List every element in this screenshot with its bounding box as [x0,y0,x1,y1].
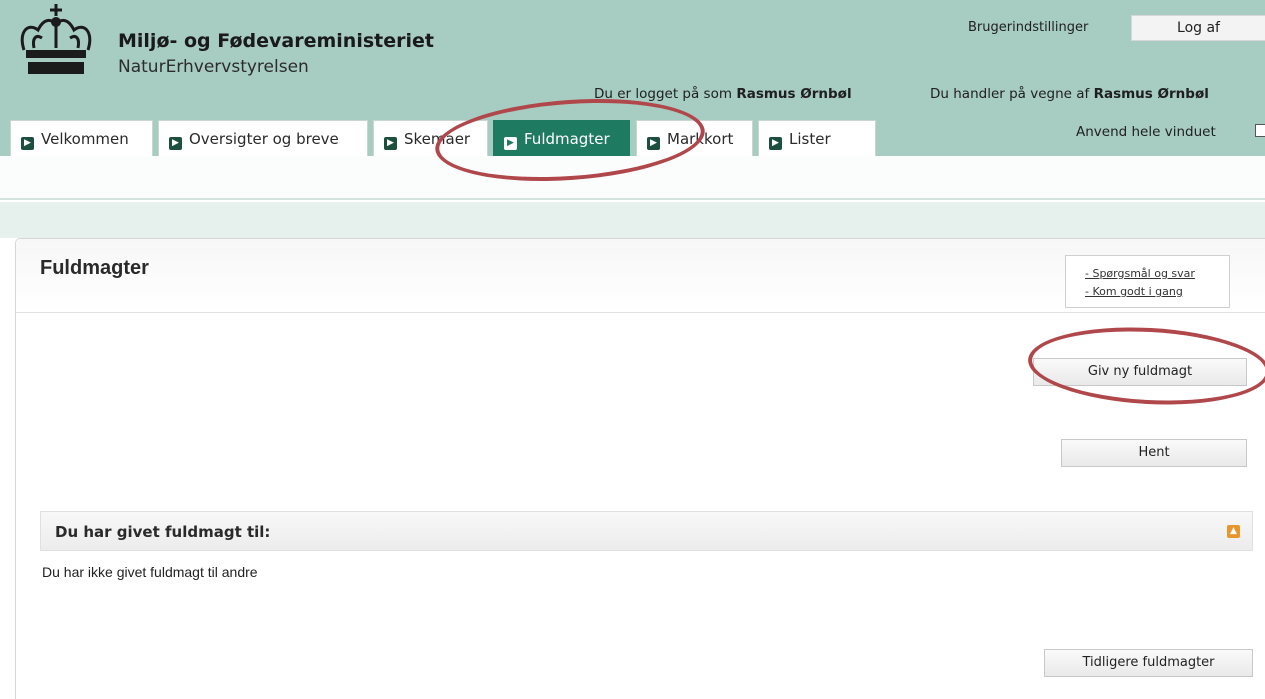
logout-button[interactable]: Log af [1131,15,1265,41]
tab-velkommen[interactable]: ▶ Velkommen [10,120,153,156]
tab-label: Velkommen [41,130,129,148]
arrow-right-icon: ▶ [647,137,660,150]
fullscreen-checkbox[interactable] [1255,124,1265,137]
tab-label: Lister [789,130,831,148]
ministry-name: Miljø- og Fødevareministeriet [118,30,434,52]
panel-header: Fuldmagter - Spørgsmål og svar - Kom god… [16,239,1265,313]
tab-label: Skemaer [404,130,471,148]
chevron-up-icon[interactable]: ▲ [1227,525,1240,538]
tab-label: Oversigter og breve [189,130,339,148]
arrow-right-icon: ▶ [169,137,182,150]
section-title: Du har givet fuldmagt til: [55,523,271,541]
tab-oversigter-og-breve[interactable]: ▶ Oversigter og breve [158,120,368,156]
new-power-of-attorney-button[interactable]: Giv ny fuldmagt [1033,358,1247,386]
faq-link[interactable]: - Spørgsmål og svar [1085,265,1229,283]
tab-markkort[interactable]: ▶ Markkort [636,120,753,156]
fullscreen-label: Anvend hele vinduet [1076,124,1216,140]
empty-state-text: Du har ikke givet fuldmagt til andre [42,564,258,580]
logged-in-name: Rasmus Ørnbøl [736,86,852,102]
agency-name: NaturErhvervstyrelsen [118,57,309,77]
tab-fuldmagter[interactable]: ▶ Fuldmagter [493,120,630,156]
tab-label: Markkort [667,130,734,148]
fetch-button[interactable]: Hent [1061,439,1247,467]
content-strip [0,202,1265,238]
acting-for-name: Rasmus Ørnbøl [1093,86,1209,102]
getting-started-link[interactable]: - Kom godt i gang [1085,283,1229,301]
acting-for-info: Du handler på vegne af Rasmus Ørnbøl [930,86,1209,102]
tab-skemaer[interactable]: ▶ Skemaer [373,120,488,156]
page-title: Fuldmagter [40,257,149,279]
user-settings-link[interactable]: Brugerindstillinger [968,20,1088,35]
logged-in-prefix: Du er logget på som [594,86,733,102]
sub-navigation-bar [0,156,1265,200]
granted-section-header: Du har givet fuldmagt til: ▲ [40,511,1253,551]
header: Miljø- og Fødevareministeriet NaturErhve… [0,0,1265,156]
crown-icon [20,4,92,74]
arrow-right-icon: ▶ [21,137,34,150]
tab-label: Fuldmagter [524,130,610,148]
arrow-right-icon: ▶ [769,137,782,150]
acting-for-prefix: Du handler på vegne af [930,86,1090,102]
tab-lister[interactable]: ▶ Lister [758,120,876,156]
previous-power-of-attorney-button[interactable]: Tidligere fuldmagter [1044,649,1253,677]
main-panel: Fuldmagter - Spørgsmål og svar - Kom god… [15,238,1265,699]
logged-in-info: Du er logget på som Rasmus Ørnbøl [594,86,852,102]
help-links-box: - Spørgsmål og svar - Kom godt i gang [1065,255,1230,308]
arrow-right-icon: ▶ [504,137,517,150]
arrow-right-icon: ▶ [384,137,397,150]
